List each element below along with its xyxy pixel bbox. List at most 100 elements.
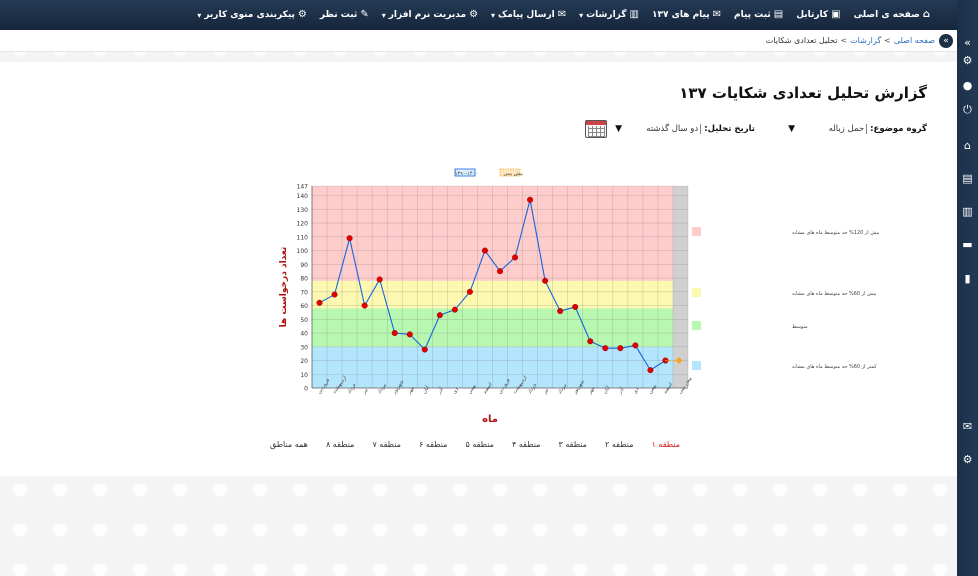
bar-chart-icon[interactable]: ▮ bbox=[957, 270, 978, 288]
data-point bbox=[647, 367, 654, 374]
region-tab-8[interactable]: منطقه ۸ bbox=[326, 440, 354, 454]
y-tick-label: 0 bbox=[304, 386, 308, 393]
x-axis-title: ماه bbox=[482, 414, 498, 425]
legend-label-forecast: پیش بینی bbox=[504, 171, 524, 177]
data-point bbox=[602, 345, 609, 352]
y-tick-label: 50 bbox=[300, 317, 308, 324]
chevron-down-icon: ▾ bbox=[197, 10, 202, 20]
y-tick-label: 10 bbox=[300, 372, 308, 379]
data-point bbox=[451, 306, 458, 313]
nav-item-1[interactable]: ⌂ صفحه ی اصلی bbox=[853, 9, 930, 21]
data-point bbox=[376, 276, 383, 283]
user-icon[interactable]: ● bbox=[957, 77, 978, 95]
chevron-down-icon: ▾ bbox=[579, 10, 584, 20]
band-legend-swatch bbox=[692, 321, 701, 330]
y-tick-label: 130 bbox=[297, 207, 309, 214]
complaints-line-chart: 0102030405060708090100110120130140147فرو… bbox=[279, 168, 880, 425]
breadcrumb-item-1[interactable]: صفحه اصلی bbox=[894, 36, 935, 45]
settings-icon: ⚙ bbox=[469, 9, 479, 20]
nav-item-label: صفحه ی اصلی bbox=[853, 10, 920, 20]
y-tick-label: 110 bbox=[297, 234, 309, 241]
nav-item-label: ثبت پیام bbox=[734, 10, 771, 20]
nav-item-label: ارسال پیامک bbox=[498, 10, 555, 20]
data-point bbox=[361, 302, 368, 309]
region-tab-5[interactable]: منطقه ۵ bbox=[466, 440, 494, 454]
data-point bbox=[436, 312, 443, 319]
band-legend-label: کمتر از 60% حد متوسط ماه های مشابه bbox=[792, 364, 877, 370]
y-tick-label: 80 bbox=[300, 276, 308, 283]
y-tick-label: 120 bbox=[297, 221, 309, 228]
chevron-down-icon: ▾ bbox=[381, 10, 386, 20]
envelope-icon[interactable]: ✉ bbox=[957, 418, 978, 436]
data-point bbox=[316, 299, 323, 306]
nav-item-4[interactable]: ✉ پیام های ۱۳۷ bbox=[651, 9, 721, 21]
breadcrumb-separator: > bbox=[884, 36, 891, 45]
nav-item-3[interactable]: ▤ ثبت پیام bbox=[734, 9, 784, 21]
nav-item-label: پیکربندی منوی کاربر bbox=[204, 10, 295, 20]
cog-icon[interactable]: ⚙ bbox=[957, 451, 978, 469]
settings-icon[interactable]: ⚙ bbox=[957, 52, 978, 70]
data-point bbox=[331, 291, 338, 298]
document-icon[interactable]: ▥ bbox=[957, 203, 978, 221]
report-panel: گزارش تحلیل تعدادی شکایات ۱۳۷ گروه موضوع… bbox=[0, 62, 957, 476]
power-icon[interactable]: ⏻ bbox=[957, 101, 978, 119]
region-tab-2[interactable]: منطقه ۲ bbox=[605, 440, 633, 454]
data-point bbox=[527, 196, 534, 203]
band-legend-swatch bbox=[692, 227, 701, 236]
y-tick-label: 100 bbox=[297, 248, 309, 255]
data-point bbox=[421, 346, 428, 353]
nav-item-2[interactable]: ▣ کارتابل bbox=[796, 10, 840, 21]
data-point bbox=[512, 254, 519, 261]
nav-item-5[interactable]: ▥ گزارشات ▾ bbox=[579, 9, 639, 21]
home-icon: ⌂ bbox=[922, 9, 930, 20]
nav-item-label: کارتابل bbox=[796, 10, 829, 20]
nav-item-8[interactable]: ✎ ثبت نظر bbox=[319, 10, 369, 21]
data-point bbox=[406, 331, 413, 338]
legend-label-series: ۱۳۹۰-۱۴۰۰ bbox=[455, 171, 478, 177]
band-legend-label: بیش از 120% حد متوسط ماه های مشابه bbox=[792, 230, 880, 236]
region-tab-7[interactable]: منطقه ۷ bbox=[372, 440, 400, 454]
nav-item-label: ثبت نظر bbox=[319, 10, 358, 20]
region-tab-4[interactable]: منطقه ۴ bbox=[512, 440, 540, 454]
data-point bbox=[632, 342, 639, 349]
data-point bbox=[572, 303, 579, 310]
band-legend-label: بیش از 60% حد متوسط ماه های مشابه bbox=[792, 291, 876, 297]
data-point bbox=[481, 247, 488, 254]
y-tick-label: 40 bbox=[300, 331, 308, 338]
collapse-chevron-icon[interactable]: » bbox=[957, 34, 978, 52]
nav-item-7[interactable]: ⚙ مدیریت نرم افزار ▾ bbox=[381, 9, 479, 21]
y-tick-label: 20 bbox=[300, 358, 308, 365]
region-tab-6[interactable]: منطقه ۶ bbox=[419, 440, 447, 454]
y-tick-label: 90 bbox=[300, 262, 308, 269]
nav-item-9[interactable]: ⚙ پیکربندی منوی کاربر ▾ bbox=[197, 10, 307, 21]
region-tab-3[interactable]: منطقه ۳ bbox=[559, 440, 587, 454]
y-tick-label: 60 bbox=[300, 303, 308, 310]
breadcrumb-item-2[interactable]: گزارشات bbox=[850, 36, 881, 45]
region-tab-1[interactable]: منطقه ۱ bbox=[652, 440, 680, 454]
band-legend-label: متوسط bbox=[792, 324, 808, 330]
right-sidebar: » ⚙ ● ⏻ ⌂ ▤ ▥ ▬ ▮ ✉ ⚙ bbox=[957, 0, 978, 576]
breadcrumb-item-3: تحلیل تعدادی شکایات bbox=[765, 36, 838, 45]
breadcrumb-separator: > bbox=[840, 36, 848, 45]
envelope-icon: ✉ bbox=[557, 9, 567, 20]
region-tab-9[interactable]: همه مناطق bbox=[270, 440, 308, 454]
report-doc-icon[interactable]: ▤ bbox=[957, 170, 978, 188]
collapse-chevron-icon[interactable]: » bbox=[939, 34, 953, 48]
breadcrumb-trail: صفحه اصلی > گزارشات > تحلیل تعدادی شکایات bbox=[766, 36, 935, 45]
region-tabs: منطقه ۱ منطقه ۲ منطقه ۳ منطقه ۴ منطقه ۵ منطقه… bbox=[270, 440, 680, 454]
y-axis-title: تعداد درخواست ها bbox=[279, 247, 289, 328]
home-icon[interactable]: ⌂ bbox=[957, 137, 978, 155]
chevron-down-icon: ▾ bbox=[491, 10, 496, 20]
data-point bbox=[557, 308, 564, 315]
nav-item-label: پیام های ۱۳۷ bbox=[651, 10, 710, 20]
data-point bbox=[391, 330, 398, 337]
forecast-column bbox=[672, 186, 688, 388]
y-tick-label: 140 bbox=[297, 193, 309, 200]
truck-icon[interactable]: ▬ bbox=[957, 236, 978, 254]
nav-item-6[interactable]: ✉ ارسال پیامک ▾ bbox=[491, 9, 567, 21]
messages-icon: ✉ bbox=[712, 9, 721, 20]
band-legend-swatch bbox=[692, 288, 701, 297]
report-icon: ▥ bbox=[629, 9, 639, 20]
data-point bbox=[346, 235, 353, 242]
form-icon: ▤ bbox=[773, 9, 784, 20]
